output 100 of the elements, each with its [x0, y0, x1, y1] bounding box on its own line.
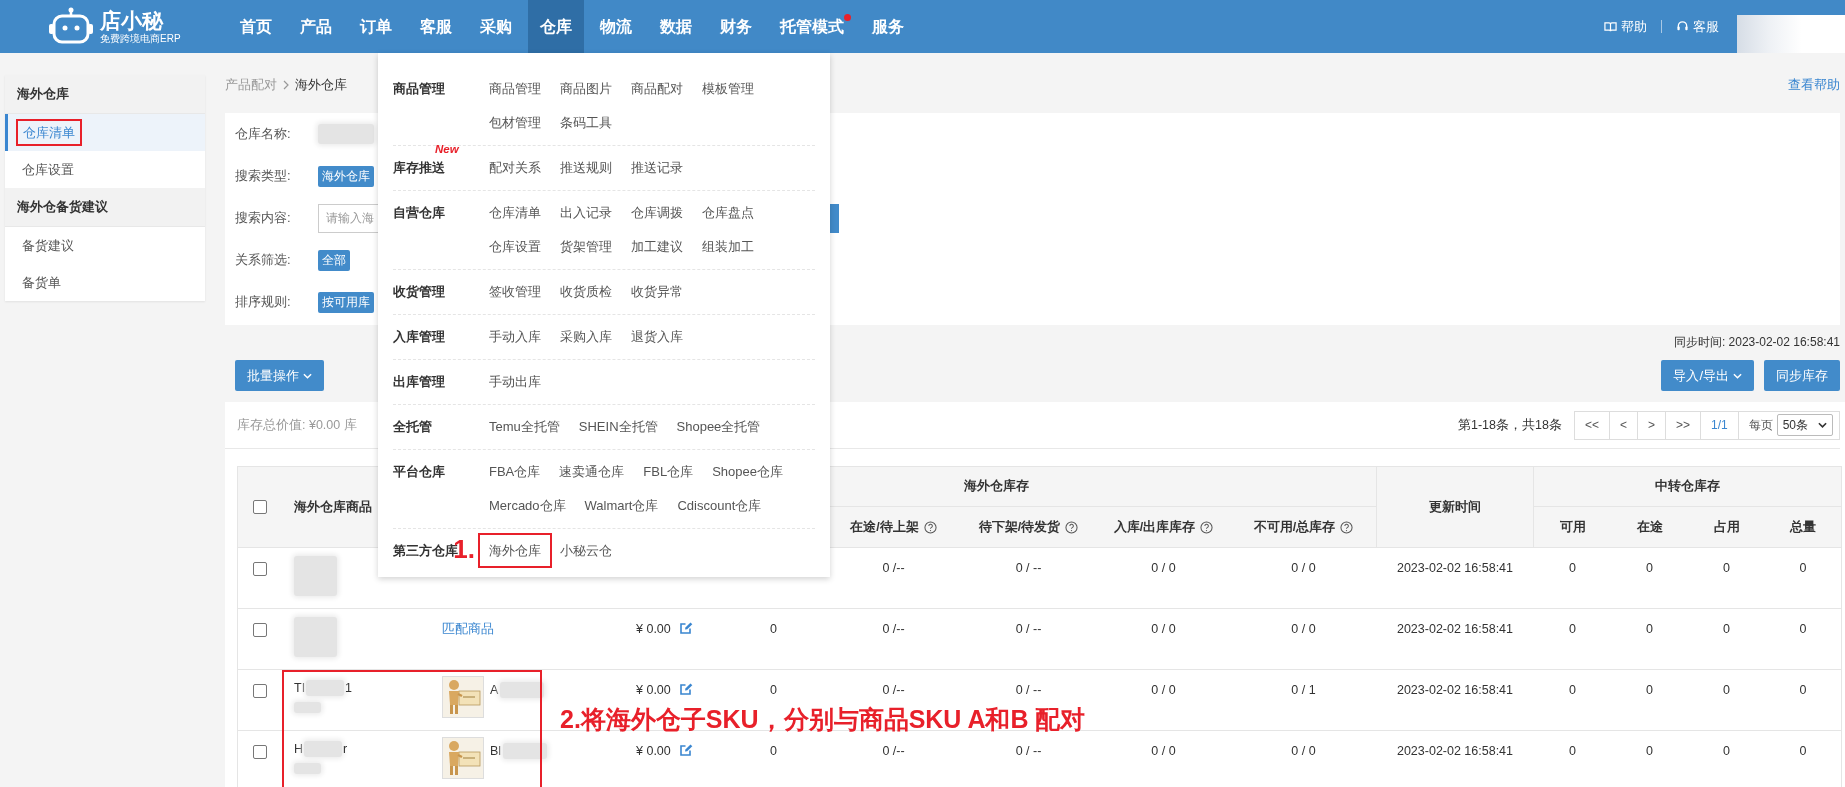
- nav-tab[interactable]: 托管模式: [768, 0, 856, 53]
- product-sku: Bl: [490, 743, 502, 760]
- pager-button[interactable]: <: [1609, 411, 1638, 439]
- logo-title: 店小秘: [100, 8, 165, 33]
- table-cell: 0: [1723, 622, 1730, 636]
- breadcrumb-current: 海外仓库: [295, 76, 347, 94]
- menu-section-title: 库存推送: [393, 160, 445, 175]
- product-sku: A: [490, 682, 499, 699]
- menu-link[interactable]: 收货质检: [560, 283, 612, 301]
- pager-button[interactable]: <<: [1574, 411, 1610, 439]
- menu-link[interactable]: 收货异常: [631, 283, 683, 301]
- table-cell: 0 / --: [1015, 683, 1042, 697]
- menu-link[interactable]: 手动入库: [489, 328, 541, 346]
- filter-tag[interactable]: 海外仓库: [318, 165, 374, 187]
- menu-link[interactable]: 签收管理: [489, 283, 541, 301]
- sync-stock-button[interactable]: 同步库存: [1764, 360, 1840, 391]
- edit-icon[interactable]: [678, 621, 693, 635]
- menu-link[interactable]: Temu全托管: [489, 418, 560, 436]
- menu-link[interactable]: 手动出库: [489, 373, 541, 391]
- filter-tag[interactable]: 按可用库: [318, 291, 374, 313]
- menu-link[interactable]: 货架管理: [560, 238, 612, 256]
- menu-link[interactable]: 仓库调拨: [631, 204, 683, 222]
- menu-link[interactable]: 商品配对: [631, 80, 683, 98]
- match-product-link[interactable]: 匹配商品: [442, 619, 494, 639]
- table-cell: 0 / 0: [1291, 744, 1316, 758]
- table-cell: 0 / 1: [1291, 683, 1316, 697]
- chevron-icon: [283, 80, 289, 90]
- sidebar-item[interactable]: 仓库清单: [5, 114, 205, 151]
- menu-link[interactable]: 商品管理: [489, 80, 541, 98]
- nav-tab[interactable]: 财务: [708, 0, 764, 53]
- menu-link[interactable]: 小秘云仓: [560, 542, 612, 560]
- sidebar-group-title: 海外仓库: [5, 75, 205, 114]
- import-export-button[interactable]: 导入/导出: [1661, 360, 1754, 391]
- nav-tab[interactable]: 服务: [860, 0, 916, 53]
- column-header: 不可用/总库存: [1231, 507, 1376, 547]
- column-header: 在途/待上架: [826, 507, 961, 547]
- menu-link[interactable]: 模板管理: [702, 80, 754, 98]
- table-cell: 0: [1646, 561, 1653, 575]
- nav-tab[interactable]: 客服: [408, 0, 464, 53]
- redacted-text: [503, 743, 548, 759]
- menu-link[interactable]: Shopee全托管: [676, 418, 761, 436]
- table-cell: 2023-02-02 16:58:41: [1396, 744, 1514, 758]
- column-header: 可用: [1558, 518, 1587, 536]
- select-all-checkbox[interactable]: [252, 500, 267, 514]
- nav-tab[interactable]: 订单: [348, 0, 404, 53]
- nav-tab[interactable]: 物流: [588, 0, 644, 53]
- table-cell: 0 / --: [1015, 744, 1042, 758]
- page-indicator[interactable]: 1/1: [1700, 411, 1739, 439]
- filter-label: 仓库名称:: [235, 125, 292, 143]
- help-link[interactable]: 帮助: [1604, 17, 1647, 36]
- pager-button[interactable]: >>: [1665, 411, 1701, 439]
- row-checkbox[interactable]: [252, 684, 267, 698]
- menu-link[interactable]: 组装加工: [702, 238, 754, 256]
- row-checkbox[interactable]: [252, 562, 267, 576]
- menu-link[interactable]: 推送规则: [560, 159, 612, 177]
- table-cell: 0 / --: [1015, 561, 1042, 575]
- sidebar-item[interactable]: 备货建议: [5, 227, 205, 264]
- edit-icon[interactable]: [678, 682, 693, 696]
- caret-icon: [303, 372, 312, 379]
- menu-link[interactable]: 条码工具: [560, 114, 612, 132]
- menu-link[interactable]: 配对关系: [489, 159, 541, 177]
- menu-link[interactable]: 采购入库: [560, 328, 612, 346]
- nav-tab[interactable]: 产品: [288, 0, 344, 53]
- menu-link[interactable]: SHEIN全托管: [578, 418, 658, 436]
- menu-section-title: 入库管理: [393, 329, 445, 344]
- pager-button[interactable]: >: [1637, 411, 1666, 439]
- page-size-select[interactable]: 50条: [1776, 414, 1833, 436]
- table-cell: 2023-02-02 16:58:41: [1396, 683, 1514, 697]
- menu-link[interactable]: 加工建议: [631, 238, 683, 256]
- nav-tab[interactable]: 首页: [228, 0, 284, 53]
- table-cell: 0: [1799, 622, 1807, 636]
- menu-link[interactable]: 退货入库: [631, 328, 683, 346]
- menu-link[interactable]: FBA仓库: [489, 463, 541, 481]
- sidebar-item[interactable]: 仓库设置: [5, 151, 205, 188]
- row-checkbox[interactable]: [252, 745, 267, 759]
- sku-text: r: [343, 741, 348, 758]
- nav-tab[interactable]: 数据: [648, 0, 704, 53]
- batch-actions-button[interactable]: 批量操作: [235, 360, 324, 391]
- caret-icon: [1818, 422, 1827, 428]
- edit-icon[interactable]: [678, 743, 693, 757]
- filter-tag[interactable]: 全部: [318, 249, 350, 271]
- menu-link[interactable]: 推送记录: [631, 159, 683, 177]
- nav-tab[interactable]: 仓库: [528, 0, 584, 53]
- menu-link[interactable]: 包材管理: [489, 114, 541, 132]
- row-checkbox[interactable]: [252, 623, 267, 637]
- menu-link[interactable]: 出入记录: [560, 204, 612, 222]
- help-link[interactable]: 查看帮助: [1788, 76, 1840, 94]
- menu-link[interactable]: Mercado仓库: [489, 497, 566, 515]
- nav-tab[interactable]: 采购: [468, 0, 524, 53]
- sidebar-group-title: 海外仓备货建议: [5, 188, 205, 227]
- table-cell: 0: [1569, 744, 1576, 758]
- menu-link[interactable]: 仓库清单: [489, 204, 541, 222]
- menu-link[interactable]: 商品图片: [560, 80, 612, 98]
- support-link[interactable]: 客服: [1676, 17, 1719, 36]
- sidebar-item[interactable]: 备货单: [5, 264, 205, 301]
- table-cell: 0 / 0: [1291, 622, 1316, 636]
- menu-link[interactable]: 海外仓库: [478, 533, 552, 568]
- menu-link[interactable]: 仓库设置: [489, 238, 541, 256]
- menu-link[interactable]: 仓库盘点: [702, 204, 754, 222]
- table-cell: 0: [770, 744, 777, 758]
